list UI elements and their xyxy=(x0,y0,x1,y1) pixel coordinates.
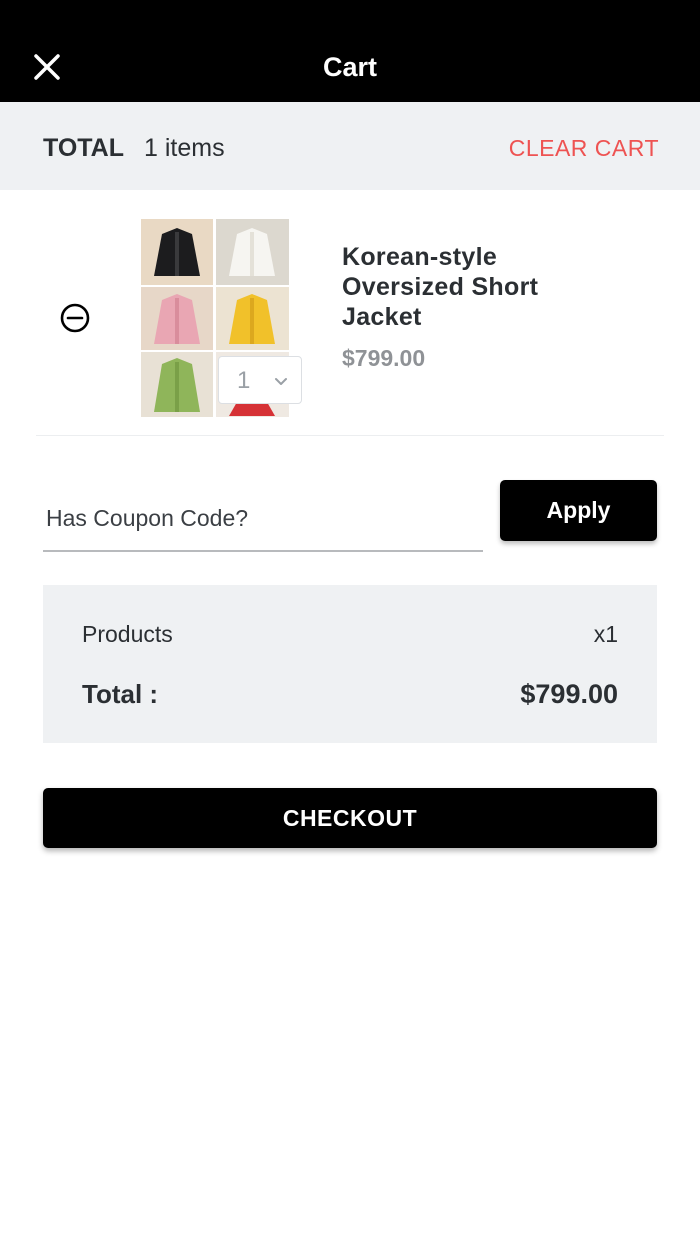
apply-coupon-button[interactable]: Apply xyxy=(500,480,657,541)
cart-item: 1 Korean-style Oversized Short Jacket $7… xyxy=(36,190,664,436)
summary-products-qty: x1 xyxy=(593,621,618,647)
cart-total-bar: TOTAL 1 items CLEAR CART xyxy=(0,102,700,190)
app-header: Cart xyxy=(0,0,700,102)
jacket-tile-white xyxy=(216,219,289,285)
jacket-tile-green xyxy=(141,352,213,417)
clear-cart-button[interactable]: CLEAR CART xyxy=(509,135,659,162)
summary-total-value: $799.00 xyxy=(520,679,618,709)
quantity-select[interactable]: 1 xyxy=(218,356,302,404)
quantity-value: 1 xyxy=(237,367,251,394)
coupon-code-input[interactable] xyxy=(43,486,483,552)
jacket-tile-yellow xyxy=(216,287,289,350)
summary-products-label: Products xyxy=(82,621,173,647)
summary-total-label: Total : xyxy=(82,679,159,709)
product-price: $799.00 xyxy=(342,345,426,371)
items-count: 1 items xyxy=(144,134,225,162)
total-label: TOTAL xyxy=(43,134,125,162)
remove-item-button[interactable] xyxy=(59,302,91,334)
jacket-tile-pink xyxy=(141,287,213,350)
jacket-tile-black xyxy=(141,219,213,285)
product-name: Korean-style Oversized Short Jacket xyxy=(342,243,539,331)
page-title: Cart xyxy=(322,52,377,82)
chevron-down-icon xyxy=(275,378,287,385)
order-summary: Products x1 Total : $799.00 xyxy=(43,585,657,743)
minus-circle-icon xyxy=(60,303,90,333)
checkout-button[interactable]: CHECKOUT xyxy=(43,788,657,848)
